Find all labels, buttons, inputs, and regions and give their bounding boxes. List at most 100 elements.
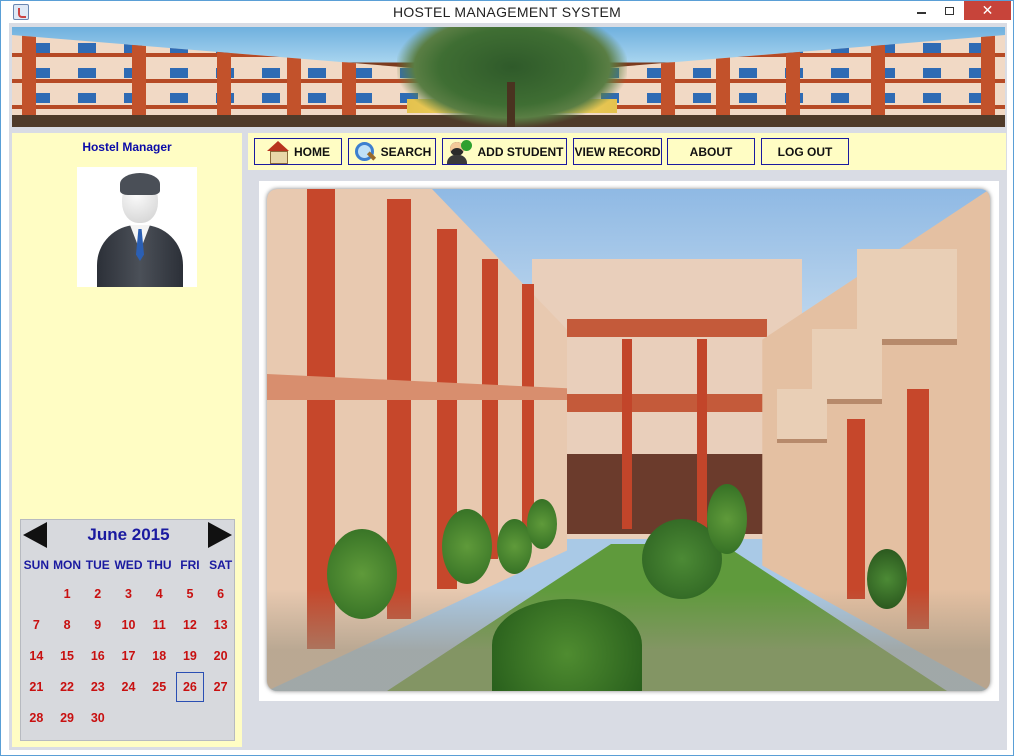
calendar-day[interactable]: 5 xyxy=(175,582,206,613)
search-button[interactable]: SEARCH xyxy=(348,138,436,165)
calendar-day[interactable]: 28 xyxy=(21,706,52,737)
photo-shrub xyxy=(327,529,397,619)
pillar xyxy=(217,35,231,127)
calendar-day[interactable]: 30 xyxy=(82,706,113,737)
calendar-day[interactable]: 7 xyxy=(21,613,52,644)
home-icon xyxy=(266,140,290,164)
add-student-button[interactable]: + ADD STUDENT xyxy=(442,138,567,165)
calendar-day[interactable]: 18 xyxy=(144,644,175,675)
calendar-day[interactable]: 29 xyxy=(52,706,83,737)
calendar-day-number: 7 xyxy=(32,618,40,632)
logout-button-label: LOG OUT xyxy=(777,144,833,159)
calendar-day[interactable]: 14 xyxy=(21,644,52,675)
search-button-label: SEARCH xyxy=(380,144,432,159)
photo-right-balcony xyxy=(857,249,957,339)
manager-avatar xyxy=(77,167,197,287)
minimize-button[interactable] xyxy=(906,1,936,20)
photo-right-pillar xyxy=(847,419,865,599)
close-button[interactable]: ✕ xyxy=(964,1,1011,20)
calendar-day-number: 20 xyxy=(213,649,228,663)
photo-shrub xyxy=(527,499,557,549)
calendar-day-number: 13 xyxy=(213,618,228,632)
add-student-button-label: ADD STUDENT xyxy=(477,144,564,159)
pillar xyxy=(716,35,730,127)
calendar-day-number: 29 xyxy=(60,711,75,725)
calendar-day-number: 26 xyxy=(175,672,204,702)
calendar-day[interactable]: 1 xyxy=(52,582,83,613)
photo-shrub xyxy=(867,549,907,609)
calendar-day-number: 16 xyxy=(90,649,105,663)
manager-label: Hostel Manager xyxy=(82,140,172,154)
calendar-day[interactable]: 23 xyxy=(82,675,113,706)
photo-far-band xyxy=(567,394,767,412)
pillar xyxy=(661,35,675,127)
sidebar-panel: Hostel Manager June 2015 SUN MON TUE WED THU… xyxy=(12,133,242,747)
photo-shrub xyxy=(707,484,747,554)
calendar-day[interactable]: 6 xyxy=(205,582,236,613)
pillar xyxy=(342,35,356,127)
about-button[interactable]: ABOUT xyxy=(667,138,755,165)
maximize-button[interactable] xyxy=(936,1,963,20)
pillar xyxy=(786,35,800,127)
calendar-day[interactable]: 10 xyxy=(113,613,144,644)
calendar-day[interactable]: 3 xyxy=(113,582,144,613)
photo-shrub-front xyxy=(492,599,642,691)
calendar-day[interactable]: 22 xyxy=(52,675,83,706)
title-bar[interactable]: HOSTEL MANAGEMENT SYSTEM ✕ xyxy=(1,1,1013,23)
calendar-day[interactable]: 4 xyxy=(144,582,175,613)
photo-shrub xyxy=(442,509,492,584)
pillar xyxy=(22,35,36,127)
calendar-day-number: 22 xyxy=(60,680,75,694)
calendar-day-number: 17 xyxy=(121,649,136,663)
calendar-day-number: 4 xyxy=(155,587,163,601)
calendar-day[interactable]: 8 xyxy=(52,613,83,644)
pillar xyxy=(287,35,301,127)
calendar-day[interactable]: 11 xyxy=(144,613,175,644)
calendar-day[interactable]: 21 xyxy=(21,675,52,706)
calendar-day-number: 2 xyxy=(94,587,102,601)
calendar-day[interactable]: 2 xyxy=(82,582,113,613)
calendar-day-number: 28 xyxy=(29,711,44,725)
photo-far-band xyxy=(567,319,767,337)
home-button[interactable]: HOME xyxy=(254,138,342,165)
calendar-day[interactable]: 9 xyxy=(82,613,113,644)
calendar-day[interactable]: 13 xyxy=(205,613,236,644)
calendar-day-number: 1 xyxy=(63,587,71,601)
calendar-widget: June 2015 SUN MON TUE WED THU FRI SAT 12345678… xyxy=(20,519,235,741)
calendar-day-number: 3 xyxy=(125,587,132,601)
calendar-month-label: June 2015 xyxy=(87,525,170,544)
calendar-empty-cell xyxy=(21,582,52,613)
client-area: Hostel Manager June 2015 SUN MON TUE WED THU… xyxy=(9,23,1007,750)
logout-button[interactable]: LOG OUT xyxy=(761,138,849,165)
calendar-day[interactable]: 24 xyxy=(113,675,144,706)
calendar-day[interactable]: 20 xyxy=(205,644,236,675)
calendar-day-selected[interactable]: 26 xyxy=(175,672,206,706)
calendar-weekday-label: MON xyxy=(53,558,82,572)
hostel-courtyard-photo xyxy=(267,189,990,691)
calendar-day-number: 30 xyxy=(90,711,105,725)
calendar-weekday-label: FRI xyxy=(180,558,200,572)
calendar-day[interactable]: 15 xyxy=(52,644,83,675)
calendar-day-number: 8 xyxy=(63,618,71,632)
calendar-day-number: 27 xyxy=(213,680,228,694)
pillar xyxy=(132,35,146,127)
calendar-day-number: 6 xyxy=(217,587,225,601)
photo-far-pillar xyxy=(697,339,707,529)
calendar-day[interactable]: 19 xyxy=(175,644,206,675)
add-student-icon: + xyxy=(446,139,474,164)
calendar-day-number: 23 xyxy=(90,680,105,694)
calendar-day-number: 11 xyxy=(152,618,166,632)
calendar-day[interactable]: 16 xyxy=(82,644,113,675)
calendar-day[interactable]: 27 xyxy=(205,675,236,706)
calendar-days-grid: 1 2 3 4 5 6 7 8 9 10 11 12 13 14 15 16 17 18 19 20 21 22 23 24 2… xyxy=(21,582,236,737)
photo-left-pillar xyxy=(482,259,498,559)
calendar-day[interactable]: 12 xyxy=(175,613,206,644)
maximize-icon xyxy=(945,6,954,15)
pillar xyxy=(871,35,885,127)
next-month-icon[interactable] xyxy=(208,522,232,548)
view-record-button-label: VIEW RECORD xyxy=(574,144,661,159)
view-record-button[interactable]: VIEW RECORD xyxy=(573,138,662,165)
calendar-day[interactable]: 25 xyxy=(144,675,175,706)
close-icon: ✕ xyxy=(981,2,994,18)
calendar-day[interactable]: 17 xyxy=(113,644,144,675)
